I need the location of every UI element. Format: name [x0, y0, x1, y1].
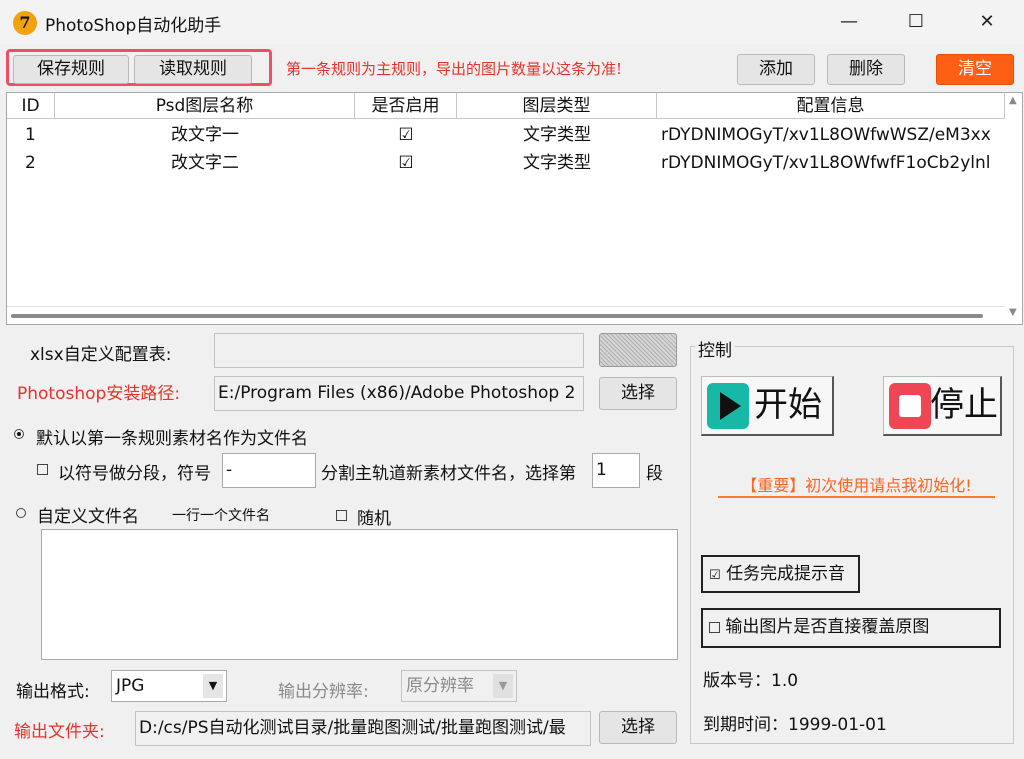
random-checkbox[interactable]	[336, 505, 347, 525]
output-format-value: JPG	[116, 676, 145, 696]
cell-layer-name: 改文字一	[171, 125, 239, 145]
default-filename-radio[interactable]	[14, 424, 24, 444]
checkbox-empty-icon[interactable]	[709, 621, 720, 633]
rules-table[interactable]: ID Psd图层名称 是否启用 图层类型 配置信息 1 改文字一 ☑ 文字类型 …	[6, 92, 1023, 325]
overwrite-checkbox-box[interactable]: 输出图片是否直接覆盖原图	[701, 608, 1001, 648]
stop-icon	[889, 383, 931, 429]
close-button[interactable]: ✕	[964, 0, 1010, 44]
column-header-config[interactable]: 配置信息	[657, 93, 1005, 119]
custom-filename-radio[interactable]	[16, 503, 26, 523]
delete-button[interactable]: 删除	[827, 54, 905, 85]
output-format-select[interactable]: JPG ▼	[111, 670, 227, 702]
output-format-label: 输出格式:	[16, 682, 90, 702]
table-row[interactable]: 2 改文字二 ☑ 文字类型 rDYDNIMOGyT/xv1L8OWfwfF1oC…	[7, 149, 1005, 177]
output-folder-label: 输出文件夹:	[14, 722, 105, 742]
default-filename-label: 默认以第一条规则素材名作为文件名	[36, 429, 308, 449]
split-end-label: 段	[646, 464, 663, 484]
save-rules-button[interactable]: 保存规则	[13, 55, 129, 84]
output-resolution-value: 原分辨率	[406, 676, 474, 696]
cell-enabled-checkbox[interactable]: ☑	[355, 121, 457, 149]
minimize-button[interactable]: —	[826, 0, 872, 44]
control-group-label: 控制	[695, 336, 735, 361]
vertical-scrollbar[interactable]: ▲ ▼	[1005, 93, 1022, 324]
cell-enabled-checkbox[interactable]: ☑	[355, 149, 457, 177]
version-text: 版本号：1.0	[703, 671, 799, 691]
cell-layer-type: 文字类型	[523, 153, 591, 173]
column-header-id[interactable]: ID	[7, 93, 55, 119]
app-icon: 7	[13, 11, 37, 35]
split-checkbox[interactable]	[37, 459, 48, 479]
stop-button[interactable]: 停止	[883, 376, 1002, 436]
column-header-layer-type[interactable]: 图层类型	[457, 93, 657, 119]
split-middle-label: 分割主轨道新素材文件名，选择第	[321, 464, 576, 484]
photoshop-path-input[interactable]: E:/Program Files (x86)/Adobe Photoshop 2	[214, 376, 584, 411]
scroll-up-icon[interactable]: ▲	[1009, 95, 1017, 106]
add-button[interactable]: 添加	[737, 54, 815, 85]
cell-config: rDYDNIMOGyT/xv1L8OWfwWSZ/eM3xx	[661, 125, 991, 145]
xlsx-select-button[interactable]: 选择	[599, 333, 677, 367]
cell-layer-name: 改文字二	[171, 153, 239, 173]
checkbox-empty-icon[interactable]	[37, 463, 48, 475]
column-header-enabled[interactable]: 是否启用	[355, 93, 457, 119]
radio-empty-icon[interactable]	[16, 508, 26, 518]
photoshop-path-label: Photoshop安装路径:	[17, 384, 181, 404]
split-index-input[interactable]: 1	[592, 453, 640, 488]
start-button[interactable]: 开始	[701, 376, 834, 436]
task-sound-label: 任务完成提示音	[726, 564, 846, 584]
main-rule-hint: 第一条规则为主规则，导出的图片数量以这条为准!	[286, 60, 623, 78]
stop-label: 停止	[930, 385, 998, 425]
output-folder-select-button[interactable]: 选择	[599, 711, 677, 744]
custom-filename-label: 自定义文件名	[37, 507, 139, 527]
checkbox-empty-icon[interactable]	[336, 509, 347, 521]
custom-filename-hint: 一行一个文件名	[172, 508, 270, 524]
custom-filenames-textarea[interactable]	[41, 529, 678, 660]
start-label: 开始	[754, 385, 822, 425]
clear-button[interactable]: 清空	[936, 54, 1014, 85]
table-row[interactable]: 1 改文字一 ☑ 文字类型 rDYDNIMOGyT/xv1L8OWfwWSZ/e…	[7, 121, 1005, 149]
output-resolution-select[interactable]: 原分辨率 ▼	[401, 670, 517, 702]
window-title: PhotoShop自动化助手	[45, 16, 222, 36]
random-label: 随机	[357, 509, 391, 529]
xlsx-config-input[interactable]	[214, 333, 584, 368]
radio-selected-icon[interactable]	[14, 429, 24, 439]
expiry-text: 到期时间：1999-01-01	[703, 715, 887, 735]
load-rules-button[interactable]: 读取规则	[134, 55, 252, 84]
checkbox-checked-icon[interactable]: ☑	[709, 568, 721, 583]
title-bar[interactable]: 7 PhotoShop自动化助手 — ☐ ✕	[0, 0, 1024, 44]
split-label: 以符号做分段，符号	[58, 464, 211, 484]
maximize-button[interactable]: ☐	[893, 0, 939, 44]
output-resolution-label: 输出分辨率:	[278, 682, 369, 702]
cell-config: rDYDNIMOGyT/xv1L8OWfwfF1oCb2ylnl	[661, 153, 991, 173]
output-folder-input[interactable]: D:/cs/PS自动化测试目录/批量跑图测试/批量跑图测试/最	[135, 711, 591, 746]
dropdown-arrow-icon[interactable]: ▼	[203, 674, 223, 698]
dropdown-arrow-icon[interactable]: ▼	[493, 674, 513, 698]
play-icon	[707, 383, 749, 429]
init-link[interactable]: 【重要】初次使用请点我初始化!	[718, 472, 995, 498]
horizontal-scrollbar[interactable]	[7, 306, 1007, 324]
scroll-down-icon[interactable]: ▼	[1009, 307, 1017, 318]
task-sound-checkbox-box[interactable]: ☑ 任务完成提示音	[701, 555, 860, 593]
photoshop-path-select-button[interactable]: 选择	[599, 377, 677, 410]
xlsx-config-label: xlsx自定义配置表:	[30, 345, 172, 365]
overwrite-label: 输出图片是否直接覆盖原图	[725, 617, 930, 637]
cell-id: 1	[25, 125, 36, 145]
cell-id: 2	[25, 153, 36, 173]
cell-layer-type: 文字类型	[523, 125, 591, 145]
column-header-layer-name[interactable]: Psd图层名称	[55, 93, 355, 119]
split-symbol-input[interactable]: -	[222, 453, 316, 488]
horizontal-scroll-thumb[interactable]	[11, 314, 983, 318]
